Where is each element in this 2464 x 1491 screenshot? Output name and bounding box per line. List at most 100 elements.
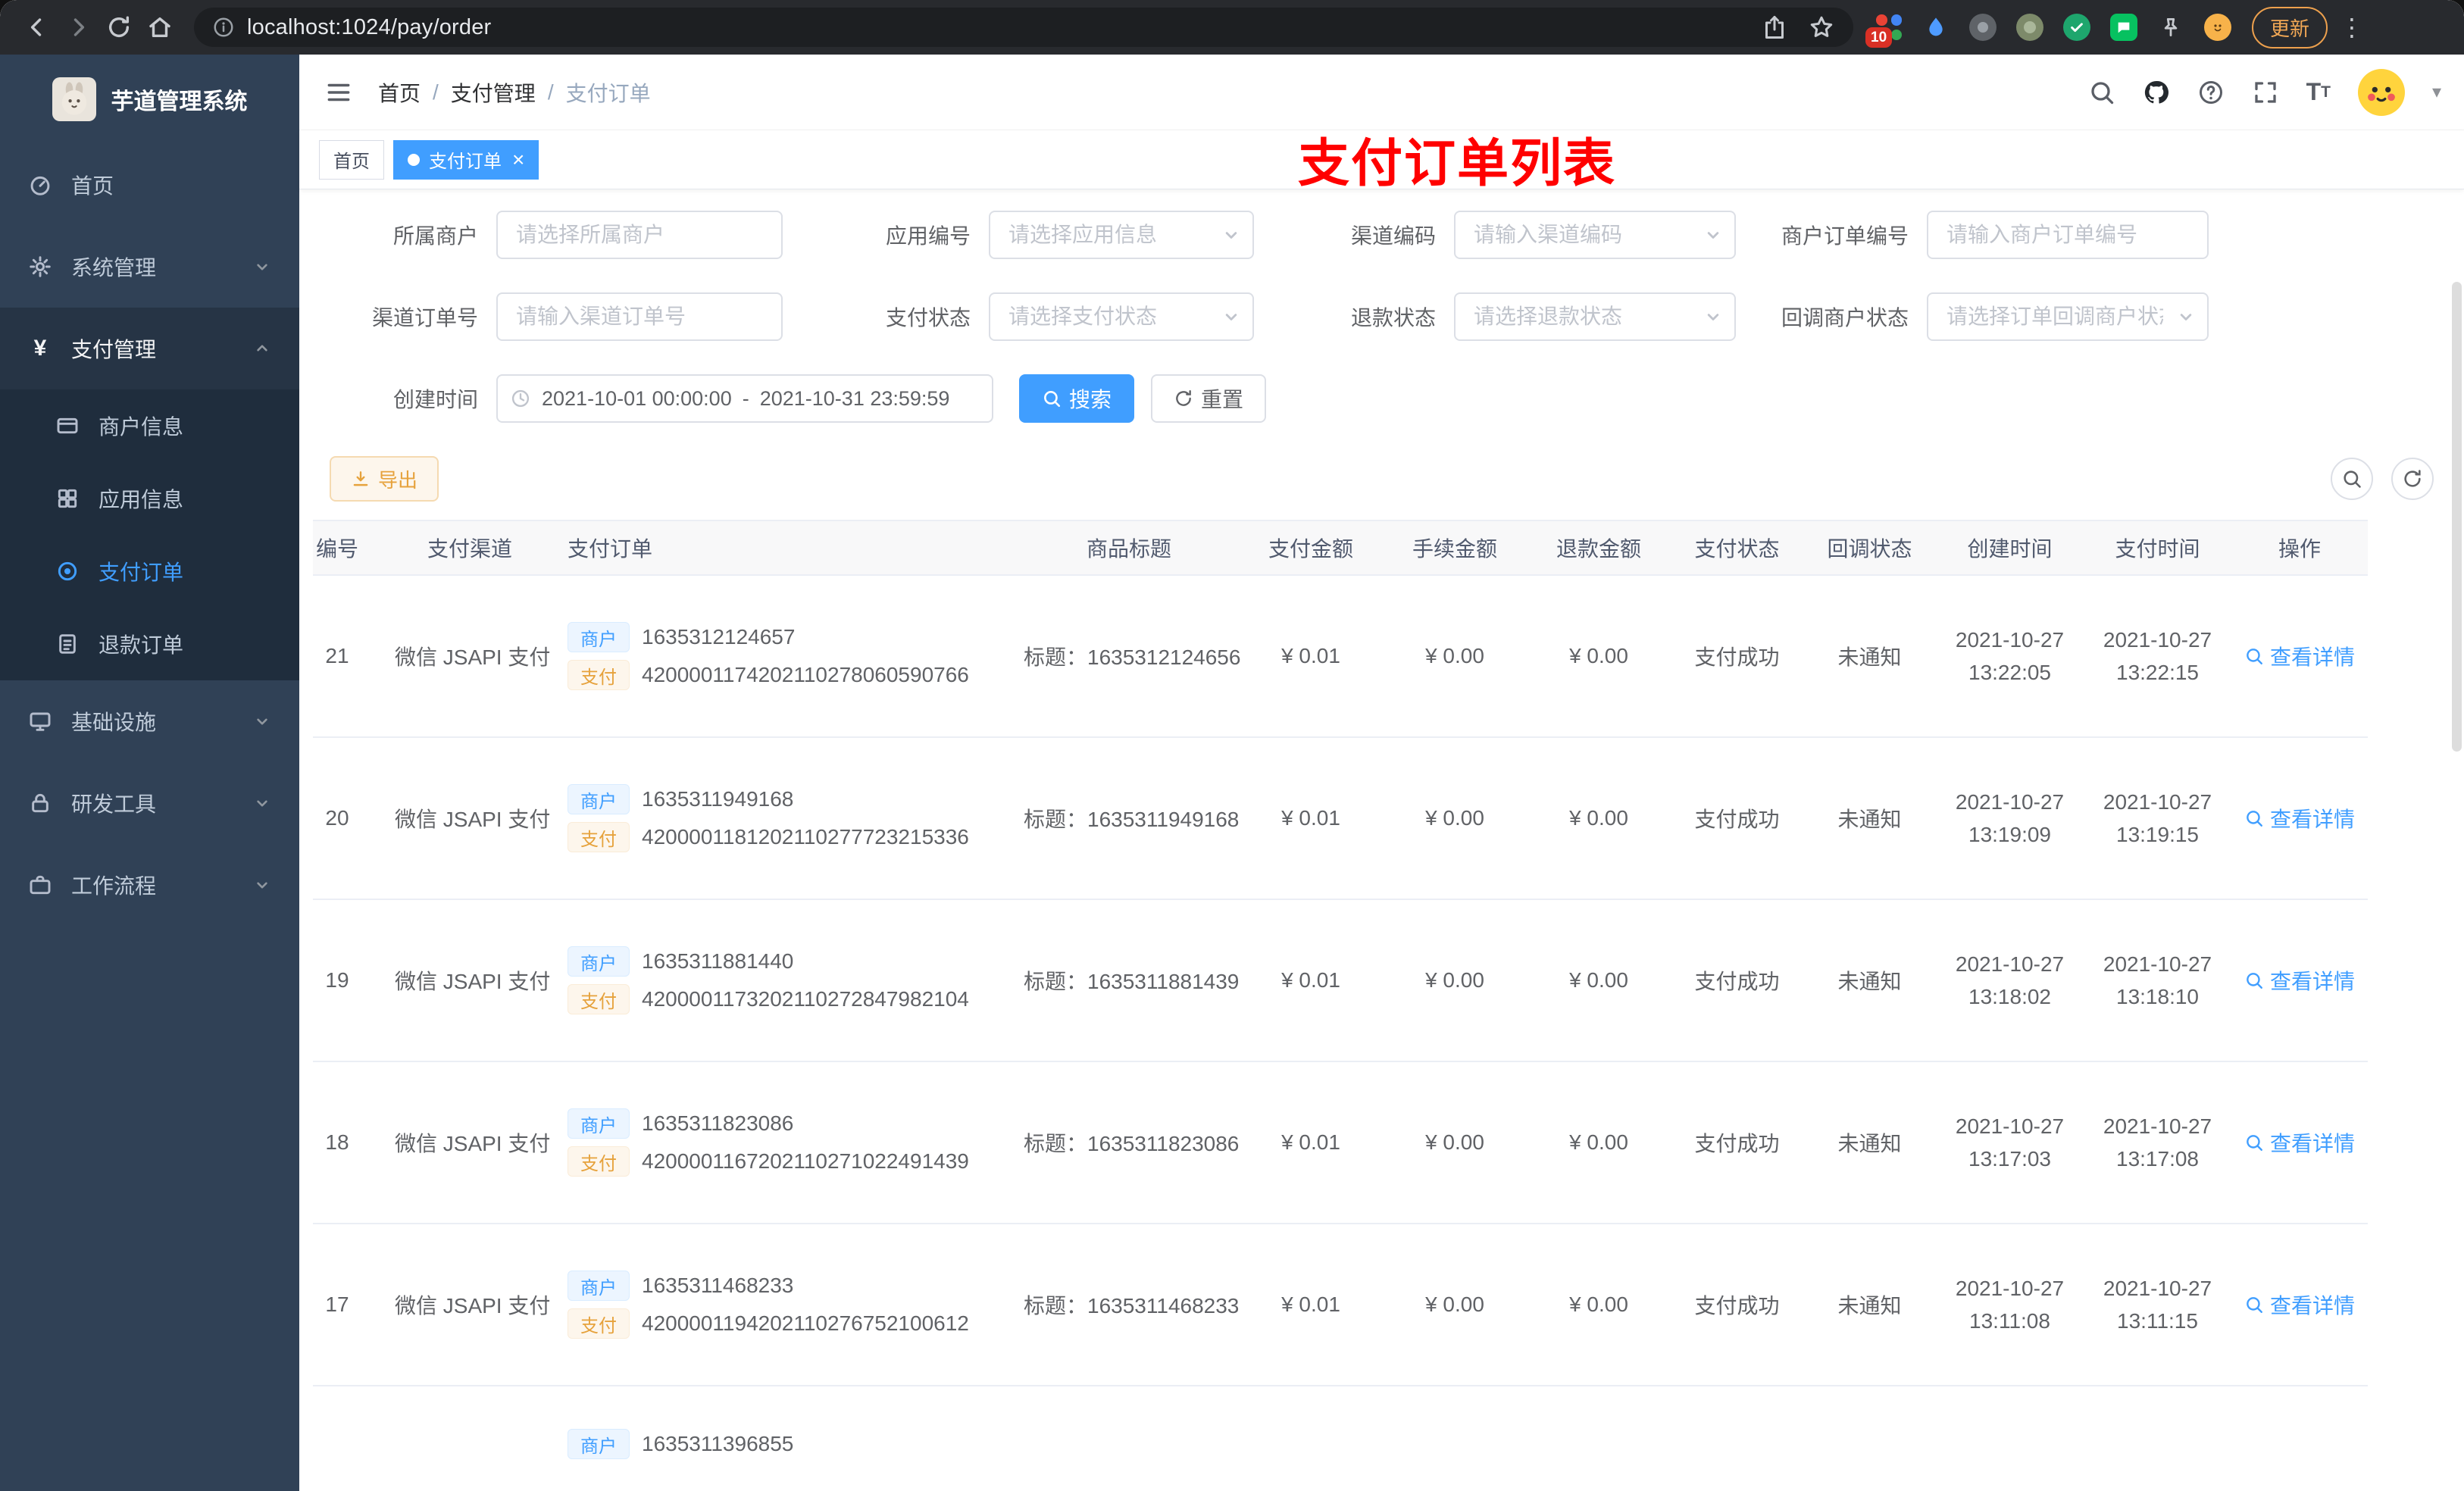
product-title: 标题：1635311823086 — [1019, 1061, 1239, 1224]
create-time-range-picker[interactable]: 2021-10-01 00:00:00 - 2021-10-31 23:59:5… — [496, 374, 993, 423]
profile-avatar-icon[interactable] — [2203, 13, 2232, 42]
payment-submenu: 商户信息 应用信息 支付订单 退款订单 — [0, 389, 299, 680]
page-scrollbar-thumb[interactable] — [2452, 282, 2462, 752]
chevron-up-icon — [252, 339, 272, 358]
merchant-tag: 商户 — [568, 946, 630, 977]
table-row: 19 微信 JSAPI 支付 商户 1635311881440 支付 4200001… — [313, 899, 2368, 1062]
sidebar-item-merchant-info[interactable]: 商户信息 — [0, 389, 299, 462]
caret-down-icon[interactable]: ▾ — [2432, 81, 2441, 103]
extension-colorful-icon[interactable]: 10 — [1865, 13, 1903, 48]
channel-code-select[interactable] — [1454, 211, 1736, 259]
product-title: 标题：1635311949168 — [1019, 737, 1239, 900]
toggle-search-button[interactable] — [2331, 458, 2373, 500]
sidebar-item-payment[interactable]: ¥ 支付管理 — [0, 308, 299, 389]
sidebar-item-pay-order[interactable]: 支付订单 — [0, 535, 299, 608]
order-id: 21 — [313, 575, 390, 738]
sidebar-item-system[interactable]: 系统管理 — [0, 226, 299, 308]
refund-amount: ¥ 0.00 — [1527, 899, 1671, 1062]
pay-status-select[interactable] — [989, 292, 1254, 341]
view-detail-link[interactable]: 查看详情 — [2244, 965, 2355, 996]
order-id: 19 — [313, 899, 390, 1062]
reset-button[interactable]: 重置 — [1151, 374, 1267, 423]
notify-status: 未通知 — [1803, 737, 1936, 900]
refresh-table-button[interactable] — [2391, 458, 2434, 500]
tags-view-bar: 首页 支付订单 × — [299, 130, 2464, 189]
breadcrumb-home[interactable]: 首页 — [378, 77, 421, 108]
app-logo[interactable]: 芋道管理系统 — [0, 55, 299, 144]
sidebar: 芋道管理系统 首页 系统管理 ¥ 支付管理 商户信息 应用信息 支付订单 退款订… — [0, 55, 299, 1491]
tab-home[interactable]: 首页 — [319, 139, 384, 180]
url-bar[interactable]: localhost:1024/pay/order — [194, 8, 1853, 47]
refresh-button[interactable] — [98, 7, 139, 48]
pay-channel: 微信 JSAPI 支付 — [390, 737, 550, 900]
user-avatar[interactable] — [2357, 68, 2405, 116]
merchant-order-no-input[interactable] — [1927, 211, 2209, 259]
pay-tag: 支付 — [568, 660, 630, 690]
filter-label-channel-code: 渠道编码 — [1350, 224, 1436, 248]
help-icon[interactable] — [2197, 79, 2225, 106]
table-row: 20 微信 JSAPI 支付 商户 1635311949168 支付 4200001… — [313, 737, 2368, 900]
pay-amount: ¥ 0.01 — [1239, 1061, 1383, 1224]
chevron-down-icon — [252, 257, 272, 277]
chevron-down-icon — [252, 711, 272, 731]
hamburger-icon[interactable] — [322, 76, 355, 109]
grid-icon — [55, 486, 80, 511]
refund-amount: ¥ 0.00 — [1527, 575, 1671, 738]
site-info-icon[interactable] — [212, 16, 235, 39]
search-icon[interactable] — [2088, 79, 2115, 106]
pay-time: 2021-10-27 13:11:15 — [2084, 1224, 2231, 1386]
view-detail-link[interactable]: 查看详情 — [2244, 1289, 2355, 1320]
extension-drop-icon[interactable] — [1921, 13, 1950, 42]
sidebar-item-refund-order[interactable]: 退款订单 — [0, 608, 299, 680]
back-button[interactable] — [17, 7, 58, 48]
extension-gray-icon[interactable] — [2015, 13, 2044, 42]
notify-status: 未通知 — [1803, 1061, 1936, 1224]
extension-check-icon[interactable] — [2062, 13, 2091, 42]
home-button[interactable] — [139, 7, 180, 48]
view-detail-link[interactable]: 查看详情 — [2244, 641, 2355, 671]
merchant-order-no: 1635311396855 — [642, 1432, 794, 1455]
close-icon[interactable]: × — [512, 148, 524, 170]
sidebar-item-devtool[interactable]: 研发工具 — [0, 762, 299, 844]
fee-amount: ¥ 0.00 — [1383, 1224, 1527, 1386]
merchant-tag: 商户 — [568, 1108, 630, 1139]
tab-pay-order[interactable]: 支付订单 × — [393, 139, 539, 180]
chrome-update-button[interactable]: 更新 — [2252, 6, 2328, 48]
export-button[interactable]: 导出 — [330, 456, 439, 502]
sidebar-item-app-info[interactable]: 应用信息 — [0, 462, 299, 535]
order-id: 17 — [313, 1224, 390, 1386]
share-icon[interactable] — [1761, 14, 1788, 41]
extension-chat-icon[interactable] — [2109, 13, 2138, 42]
fee-amount: ¥ 0.00 — [1383, 737, 1527, 900]
pay-channel: 微信 JSAPI 支付 — [390, 575, 550, 738]
pin-icon[interactable] — [2156, 13, 2185, 42]
filter-label-merchant: 所属商户 — [392, 224, 478, 248]
refund-status-select[interactable] — [1454, 292, 1736, 341]
view-detail-link[interactable]: 查看详情 — [2244, 1127, 2355, 1158]
bookmark-star-icon[interactable] — [1808, 14, 1835, 41]
font-size-icon[interactable]: TT — [2306, 78, 2331, 106]
sidebar-item-home[interactable]: 首页 — [0, 144, 299, 226]
table-row: 18 微信 JSAPI 支付 商户 1635311823086 支付 4200001… — [313, 1061, 2368, 1224]
fullscreen-icon[interactable] — [2252, 79, 2279, 106]
merchant-tag: 商户 — [568, 622, 630, 652]
create-time: 2021-10-27 13:22:05 — [1936, 575, 2084, 738]
github-icon[interactable] — [2143, 79, 2170, 106]
app-select[interactable] — [989, 211, 1254, 259]
chrome-menu-icon[interactable]: ⋮ — [2340, 13, 2364, 42]
breadcrumb-payment[interactable]: 支付管理 — [451, 77, 536, 108]
channel-order-no-input[interactable] — [496, 292, 783, 341]
sidebar-item-infra[interactable]: 基础设施 — [0, 680, 299, 762]
fee-amount: ¥ 0.00 — [1383, 899, 1527, 1062]
logo-avatar — [52, 77, 96, 121]
create-time: 2021-10-27 13:11:08 — [1936, 1224, 2084, 1386]
merchant-order-no: 1635311468233 — [642, 1274, 794, 1297]
sidebar-item-workflow[interactable]: 工作流程 — [0, 844, 299, 926]
extension-dark-icon[interactable] — [1968, 13, 1997, 42]
search-button[interactable]: 搜索 — [1019, 374, 1135, 423]
pay-tag: 支付 — [568, 822, 630, 852]
view-detail-link[interactable]: 查看详情 — [2244, 803, 2355, 833]
merchant-select[interactable] — [496, 211, 783, 259]
notify-status-select[interactable] — [1927, 292, 2209, 341]
forward-button[interactable] — [58, 7, 98, 48]
